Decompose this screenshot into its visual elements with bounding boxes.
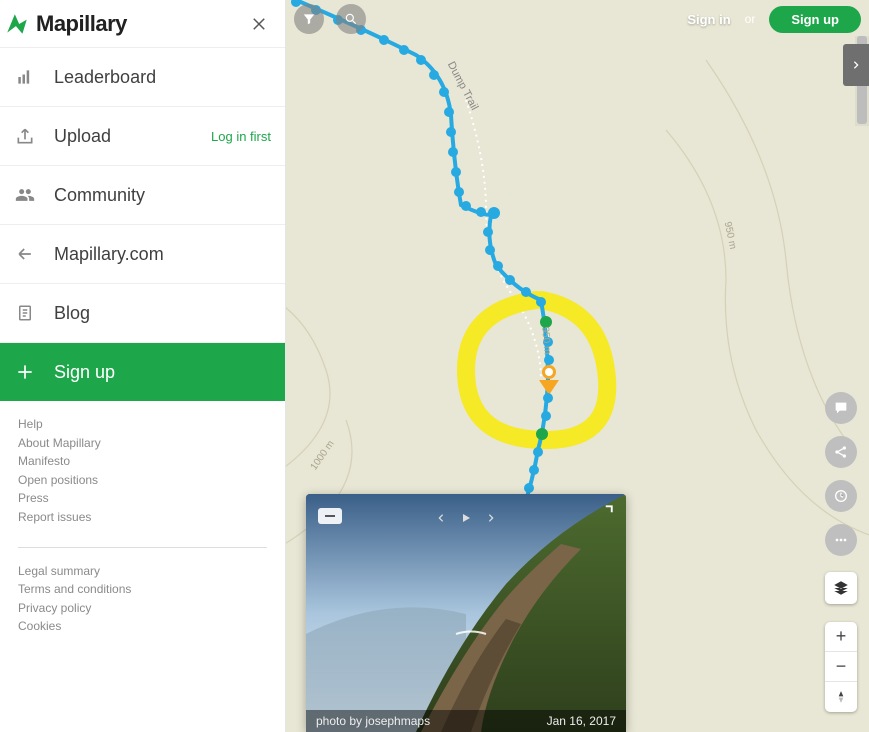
nav-label: Blog: [54, 303, 90, 324]
footer-links-primary: Help About Mapillary Manifesto Open posi…: [0, 401, 285, 533]
share-button[interactable]: [825, 436, 857, 468]
next-photo-button[interactable]: [486, 512, 496, 524]
footer-link[interactable]: Press: [18, 489, 267, 508]
prev-photo-button[interactable]: [436, 512, 446, 524]
sidebar-item-leaderboard[interactable]: Leaderboard: [0, 48, 285, 107]
footer-link[interactable]: Cookies: [18, 617, 267, 636]
upload-icon: [14, 125, 36, 147]
filter-icon: [302, 12, 316, 26]
footer-link[interactable]: Report issues: [18, 508, 267, 527]
layers-button[interactable]: [825, 572, 857, 604]
footer-link[interactable]: Manifesto: [18, 452, 267, 471]
people-icon: [14, 184, 36, 206]
footer-link[interactable]: Open positions: [18, 471, 267, 490]
history-button[interactable]: [825, 480, 857, 512]
sidebar-item-signup[interactable]: Sign up: [0, 343, 285, 401]
minimize-icon: [323, 512, 337, 520]
comment-icon: [833, 400, 849, 416]
brand-logo[interactable]: Mapillary: [4, 11, 127, 37]
or-text: or: [745, 12, 756, 26]
play-icon: [460, 512, 472, 524]
map-canvas[interactable]: Dump Trail 950 m 1000 m 950 m Sign in or…: [286, 0, 869, 732]
more-button[interactable]: [825, 524, 857, 556]
footer-link[interactable]: Terms and conditions: [18, 580, 267, 599]
nav-list: Leaderboard Upload Log in first Communit…: [0, 48, 285, 401]
arrow-left-icon: [14, 243, 36, 265]
minimize-photo-button[interactable]: [318, 508, 342, 524]
photo-date: Jan 16, 2017: [547, 714, 616, 728]
nav-label: Mapillary.com: [54, 244, 164, 265]
play-button[interactable]: [460, 512, 472, 524]
footer-separator: [18, 547, 267, 548]
map-topbar: Sign in or Sign up: [286, 0, 869, 38]
photo-byline: photo by josephmaps: [316, 714, 430, 728]
side-panel-toggle[interactable]: [843, 44, 869, 86]
maximize-photo-button[interactable]: [596, 504, 614, 527]
photo-viewer[interactable]: photo by josephmaps Jan 16, 2017: [306, 494, 626, 732]
sidebar-item-upload[interactable]: Upload Log in first: [0, 107, 285, 166]
zoom-in-button[interactable]: +: [825, 622, 857, 652]
footer-link[interactable]: Privacy policy: [18, 599, 267, 618]
sidebar-item-blog[interactable]: Blog: [0, 284, 285, 343]
comment-button[interactable]: [825, 392, 857, 424]
zoom-controls: + −: [825, 622, 857, 712]
footer-link[interactable]: Help: [18, 415, 267, 434]
chevron-right-icon: [851, 58, 861, 72]
nav-label: Upload: [54, 126, 111, 147]
signup-button[interactable]: Sign up: [769, 6, 861, 33]
sidebar-item-community[interactable]: Community: [0, 166, 285, 225]
close-icon: [250, 15, 268, 33]
contour-label: 950 m: [539, 326, 552, 355]
footer-links-legal: Legal summary Terms and conditions Priva…: [0, 562, 285, 642]
footer-link[interactable]: About Mapillary: [18, 434, 267, 453]
document-icon: [14, 302, 36, 324]
login-hint: Log in first: [211, 129, 271, 144]
chevron-right-icon: [486, 512, 496, 524]
footer-link[interactable]: Legal summary: [18, 562, 267, 581]
share-icon: [833, 444, 849, 460]
nav-label: Community: [54, 185, 145, 206]
layers-icon: [832, 579, 850, 597]
compass-icon: [834, 689, 848, 705]
chevron-left-icon: [436, 512, 446, 524]
sidebar: Mapillary Leaderboard Upload Log in firs…: [0, 0, 286, 732]
mapillary-logo-icon: [4, 11, 30, 37]
search-icon: [344, 12, 358, 26]
dots-icon: [833, 532, 849, 548]
photo-image: [306, 494, 626, 732]
photo-caption: photo by josephmaps Jan 16, 2017: [306, 710, 626, 732]
bars-chart-icon: [14, 66, 36, 88]
filter-button[interactable]: [294, 4, 324, 34]
brand-name: Mapillary: [36, 11, 127, 37]
map-tools: + −: [825, 392, 857, 712]
search-button[interactable]: [336, 4, 366, 34]
nav-label: Sign up: [54, 362, 115, 383]
nav-label: Leaderboard: [54, 67, 156, 88]
maximize-icon: [596, 504, 614, 522]
plus-icon: [14, 361, 36, 383]
close-sidebar-button[interactable]: [247, 12, 271, 36]
clock-icon: [833, 488, 849, 504]
sidebar-header: Mapillary: [0, 0, 285, 48]
photo-nav: [436, 512, 496, 524]
compass-button[interactable]: [825, 682, 857, 712]
zoom-out-button[interactable]: −: [825, 652, 857, 682]
signin-link[interactable]: Sign in: [687, 12, 730, 27]
sidebar-item-website[interactable]: Mapillary.com: [0, 225, 285, 284]
